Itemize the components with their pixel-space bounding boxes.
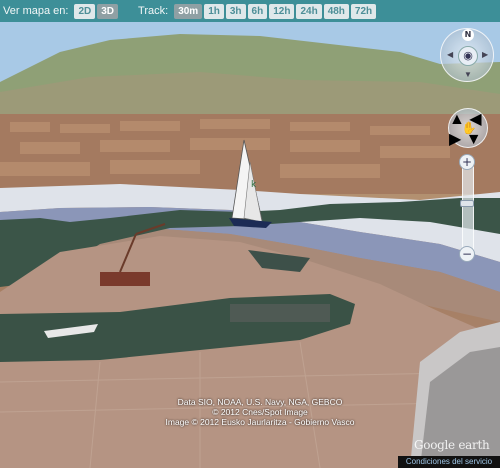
look-right-arrow-icon[interactable]: ▶ xyxy=(482,50,488,59)
look-around-control[interactable]: N ◀ ▶ ▼ ◉ xyxy=(440,28,494,82)
hand-icon[interactable]: ✋ xyxy=(461,120,477,136)
zoom-out-button[interactable]: − xyxy=(459,246,475,262)
track-72h-button[interactable]: 72h xyxy=(350,3,377,19)
zoom-slider[interactable] xyxy=(462,162,474,257)
attribution-line-1: Data SIO, NOAA, U.S. Navy, NGA, GEBCO xyxy=(177,397,343,407)
attribution-line-3: Image © 2012 Eusko Jaurlaritza - Gobiern… xyxy=(165,417,355,427)
track-48h-button[interactable]: 48h xyxy=(323,3,349,19)
track-3h-button[interactable]: 3h xyxy=(225,3,246,19)
track-24h-button[interactable]: 24h xyxy=(296,3,322,19)
look-down-arrow-icon[interactable]: ▼ xyxy=(464,70,472,79)
track-1h-button[interactable]: 1h xyxy=(204,3,224,19)
svg-text:k: k xyxy=(251,180,257,190)
north-indicator[interactable]: N xyxy=(462,29,474,41)
track-12h-button[interactable]: 12h xyxy=(269,3,295,19)
toolbar: Ver mapa en: 2D 3D Track: 30m 1h 3h 6h 1… xyxy=(0,0,500,22)
look-left-arrow-icon[interactable]: ◀ xyxy=(447,50,453,59)
map-mode-3d-button[interactable]: 3D xyxy=(97,3,119,19)
pan-right-arrow-icon[interactable]: ▶ xyxy=(449,131,461,148)
zoom-slider-thumb[interactable] xyxy=(460,200,474,207)
zoom-in-button[interactable]: + xyxy=(459,154,475,170)
track-30m-button[interactable]: 30m xyxy=(174,3,203,19)
eye-icon[interactable]: ◉ xyxy=(458,46,478,66)
track-6h-button[interactable]: 6h xyxy=(247,3,268,19)
map-mode-2d-button[interactable]: 2D xyxy=(74,3,96,19)
terms-of-service-link[interactable]: Condiciones del servicio xyxy=(398,456,500,468)
track-label: Track: xyxy=(138,5,169,17)
google-earth-logo: Google earth xyxy=(414,438,490,452)
pan-control[interactable]: ▲ ◀ ▶ ▼ ✋ xyxy=(448,108,488,148)
map-mode-label: Ver mapa en: xyxy=(3,5,69,17)
map-attribution: Data SIO, NOAA, U.S. Navy, NGA, GEBCO © … xyxy=(160,397,360,427)
attribution-line-2: © 2012 Cnes/Spot Image xyxy=(212,407,308,417)
